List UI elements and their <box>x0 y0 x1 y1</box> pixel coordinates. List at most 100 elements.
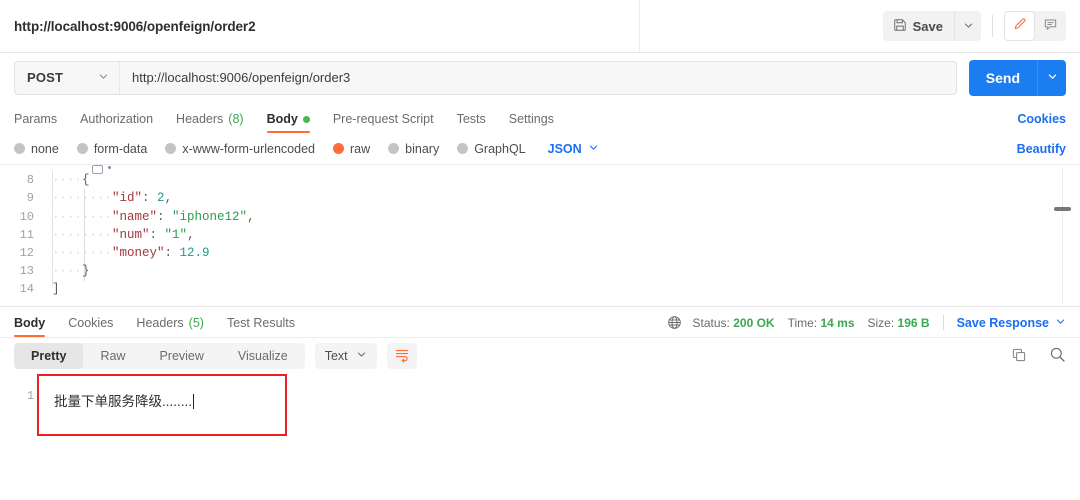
response-body-viewer[interactable]: 1 批量下单服务降级........ <box>0 374 1080 496</box>
line-number: 14 <box>19 282 34 297</box>
body-type-raw[interactable]: raw <box>333 142 370 156</box>
body-type-form-data[interactable]: form-data <box>76 141 148 156</box>
comment-icon <box>1043 17 1058 35</box>
code-line: 14 ] <box>0 280 1080 298</box>
chevron-down-icon <box>963 19 974 34</box>
line-number: 9 <box>26 191 34 206</box>
code-line: 11 ········"num": "1", <box>0 226 1080 244</box>
code-token-value: 2 <box>157 191 165 206</box>
url-bar: POST http://localhost:9006/openfeign/ord… <box>0 53 1080 102</box>
comment-button[interactable] <box>1035 11 1066 41</box>
response-time: Time: 14 ms <box>788 316 855 330</box>
response-size: Size: 196 B <box>868 316 930 330</box>
code-token-key: "name" <box>112 209 158 224</box>
response-tab-headers[interactable]: Headers (5) <box>136 316 204 337</box>
line-number: 11 <box>19 227 34 242</box>
copy-button[interactable] <box>1011 347 1027 366</box>
chevron-down-icon <box>98 70 109 85</box>
editor-right-border <box>1062 167 1063 304</box>
view-visualize[interactable]: Visualize <box>221 343 305 369</box>
body-type-none-label: none <box>31 141 59 156</box>
body-type-none[interactable]: none <box>14 142 59 156</box>
body-type-raw-label: raw <box>350 141 371 156</box>
search-icon <box>1049 346 1066 366</box>
code-line: 8 ····{ <box>0 171 1080 189</box>
request-tab-active[interactable]: http://localhost:9006/openfeign/order2 <box>0 0 640 52</box>
view-raw[interactable]: Raw <box>83 343 142 369</box>
tab-params-label: Params <box>14 112 58 126</box>
time-value: 14 ms <box>820 315 855 330</box>
tab-pre-request-script-label: Pre-request Script <box>332 112 434 126</box>
send-group: Send <box>968 59 1066 96</box>
editor-scrollbar[interactable] <box>1054 207 1071 211</box>
wrap-text-button[interactable] <box>386 343 417 369</box>
view-mode-group <box>1004 11 1066 41</box>
line-number: 13 <box>19 264 34 279</box>
response-tab-body[interactable]: Body <box>14 316 46 337</box>
tab-strip: http://localhost:9006/openfeign/order2 S… <box>0 0 1080 53</box>
copy-icon <box>1011 347 1027 366</box>
tab-tests-label: Tests <box>456 112 486 126</box>
body-type-urlencoded-label: x-www-form-urlencoded <box>182 141 315 156</box>
code-token-key: "money" <box>112 245 165 260</box>
search-button[interactable] <box>1049 346 1066 366</box>
tab-authorization[interactable]: Authorization <box>80 112 153 133</box>
chevron-down-icon <box>356 349 367 363</box>
radio-icon <box>388 143 400 154</box>
tab-headers[interactable]: Headers (8) <box>176 112 244 133</box>
response-text[interactable]: 批量下单服务降级........ <box>42 390 195 410</box>
response-tabs: Body Cookies Headers (5) Test Results St… <box>0 307 1080 338</box>
request-body-editor[interactable]: 8 ····{ 9 ········"id": 2, 10 ········"n… <box>0 165 1080 307</box>
body-type-urlencoded[interactable]: x-www-form-urlencoded <box>165 142 315 156</box>
response-tab-headers-label: Headers <box>136 316 184 330</box>
body-type-graphql[interactable]: GraphQL <box>457 142 526 156</box>
tab-body-label: Body <box>266 112 298 126</box>
response-status-bar: Status: 200 OK Time: 14 ms Size: 196 B S… <box>667 315 1066 337</box>
line-number: 1 <box>27 390 34 403</box>
code-line: 12 ········"money": 12.9 <box>0 244 1080 262</box>
tab-headers-count: (8) <box>228 112 244 126</box>
body-type-row: none form-data x-www-form-urlencoded raw… <box>0 133 1080 165</box>
view-preview[interactable]: Preview <box>142 343 220 369</box>
response-tab-cookies-label: Cookies <box>68 316 114 330</box>
code-token: ] <box>52 282 60 297</box>
save-response-button[interactable]: Save Response <box>957 316 1066 330</box>
body-type-binary[interactable]: binary <box>388 142 439 156</box>
save-label: Save <box>912 18 943 34</box>
globe-icon <box>667 315 682 330</box>
view-pretty[interactable]: Pretty <box>14 343 84 369</box>
status-divider <box>942 315 944 330</box>
response-format-select[interactable]: Text <box>314 343 377 369</box>
status-value: 200 OK <box>733 315 775 330</box>
chevron-down-icon <box>1047 70 1058 85</box>
chevron-down-icon <box>588 142 599 156</box>
beautify-link[interactable]: Beautify <box>1017 142 1066 156</box>
size-label: Size: <box>867 315 895 330</box>
response-tab-cookies[interactable]: Cookies <box>68 316 113 337</box>
save-response-label: Save Response <box>956 315 1049 330</box>
tab-params[interactable]: Params <box>14 112 57 133</box>
tab-settings[interactable]: Settings <box>509 112 554 133</box>
send-options-button[interactable] <box>1037 59 1066 96</box>
body-format-select[interactable]: JSON <box>548 142 599 156</box>
tab-body[interactable]: Body <box>266 112 311 133</box>
response-tab-test-results[interactable]: Test Results <box>227 316 295 337</box>
body-filled-indicator-icon <box>302 115 310 123</box>
url-input[interactable]: http://localhost:9006/openfeign/order3 <box>119 60 957 95</box>
code-lines: 8 ····{ 9 ········"id": 2, 10 ········"n… <box>0 165 1080 299</box>
radio-selected-icon <box>333 143 344 154</box>
send-button[interactable]: Send <box>969 60 1037 96</box>
tab-pre-request-script[interactable]: Pre-request Script <box>333 112 434 133</box>
text-cursor <box>193 394 195 409</box>
edit-mode-button[interactable] <box>1004 11 1035 41</box>
body-type-form-data-label: form-data <box>93 141 148 156</box>
save-button[interactable]: Save <box>883 11 954 41</box>
response-view-group: Pretty Raw Preview Visualize <box>14 343 305 369</box>
radio-icon <box>76 143 88 154</box>
toolbar-divider <box>992 15 993 37</box>
tab-tests[interactable]: Tests <box>457 112 486 133</box>
save-options-button[interactable] <box>954 11 981 41</box>
code-token: { <box>82 173 90 188</box>
http-method-select[interactable]: POST <box>14 60 119 95</box>
cookies-link[interactable]: Cookies <box>1017 112 1066 126</box>
